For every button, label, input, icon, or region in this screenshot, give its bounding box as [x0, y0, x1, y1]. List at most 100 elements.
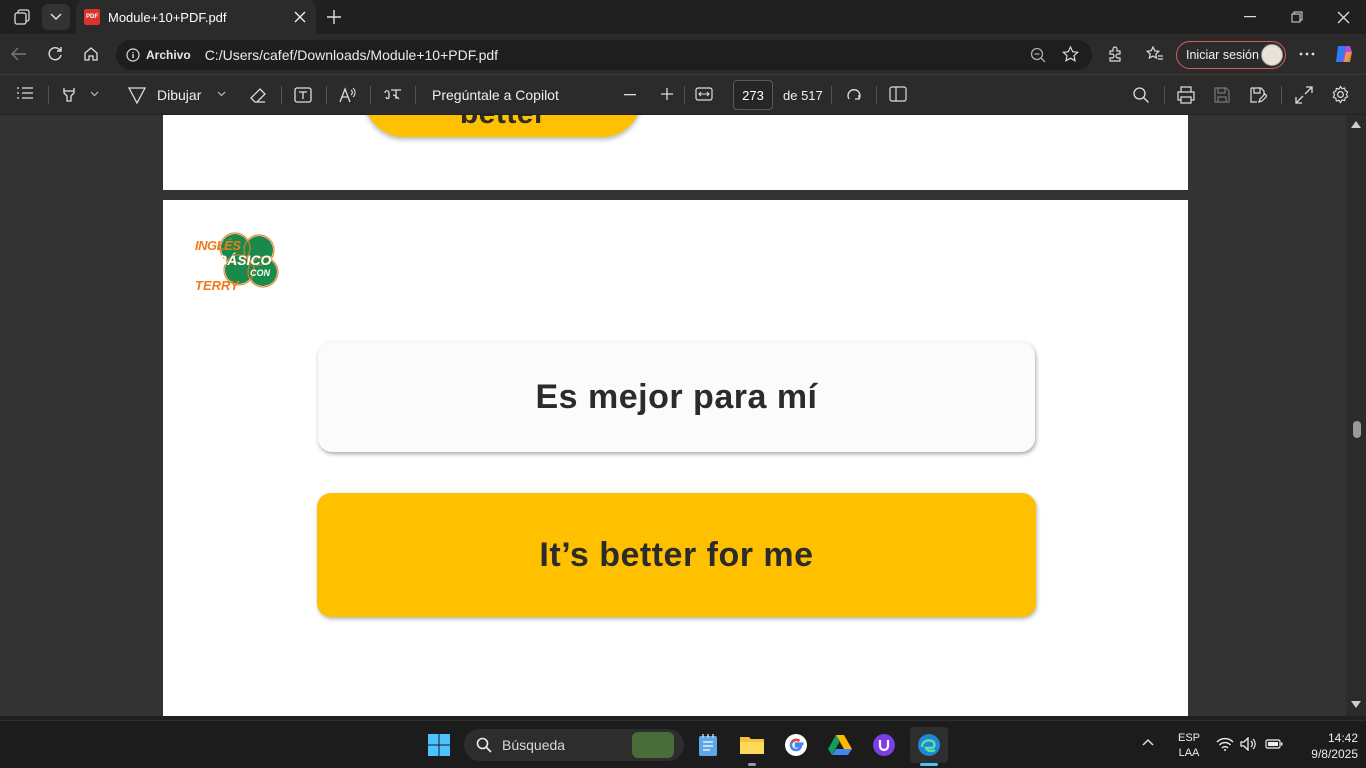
file-explorer-icon[interactable]: [736, 729, 768, 761]
minimize-icon[interactable]: [1238, 8, 1262, 26]
start-windows-icon[interactable]: [423, 729, 455, 761]
page-number-input[interactable]: 273: [733, 80, 773, 110]
draw-label[interactable]: Dibujar: [157, 87, 201, 103]
vertical-scrollbar[interactable]: [1346, 115, 1366, 716]
search-highlight-image: [632, 732, 674, 758]
volume-icon[interactable]: [1240, 737, 1258, 751]
title-bar: PDF Module+10+PDF.pdf: [0, 0, 1366, 34]
logo-line1: INGLÉS: [195, 238, 241, 253]
divider: [876, 86, 877, 104]
tab-title: Module+10+PDF.pdf: [108, 9, 227, 25]
refresh-icon[interactable]: [44, 43, 66, 65]
google-drive-icon[interactable]: [824, 729, 856, 761]
language-top: ESP: [1177, 732, 1200, 744]
rotate-icon[interactable]: [845, 86, 863, 104]
clock[interactable]: 14:42 9/8/2025: [1292, 730, 1358, 762]
search-icon: [476, 737, 492, 753]
logo-line2: BÁSICO: [217, 252, 272, 268]
tab-active[interactable]: PDF Module+10+PDF.pdf: [76, 0, 316, 34]
add-text-icon[interactable]: [294, 86, 312, 104]
new-tab-icon[interactable]: [322, 6, 346, 28]
clock-time: 14:42: [1327, 731, 1358, 745]
english-phrase-card: It’s better for me: [317, 493, 1036, 617]
close-tab-icon[interactable]: [294, 11, 306, 23]
find-icon[interactable]: [1132, 86, 1150, 104]
info-icon[interactable]: [126, 48, 140, 62]
extensions-icon[interactable]: [1104, 43, 1126, 65]
wifi-icon[interactable]: [1216, 737, 1234, 751]
pdf-page-previous: better: [163, 115, 1188, 190]
restore-icon[interactable]: [1285, 8, 1309, 26]
pdf-page-current: INGLÉS BÁSICO CON TERRY Es mejor para mí…: [163, 200, 1188, 716]
notepad-icon[interactable]: [692, 729, 724, 761]
search-placeholder: Búsqueda: [502, 737, 566, 753]
favorites-icon[interactable]: [1144, 43, 1166, 65]
save-as-icon[interactable]: [1249, 86, 1267, 104]
previous-card-text: better: [460, 115, 546, 131]
read-aloud-icon[interactable]: [339, 86, 357, 104]
table-of-contents-icon[interactable]: [16, 86, 34, 100]
more-menu-icon[interactable]: [1296, 43, 1318, 65]
ingles-basico-logo: INGLÉS BÁSICO CON TERRY: [195, 228, 287, 296]
close-window-icon[interactable]: [1331, 8, 1355, 26]
address-path: C:/Users/cafef/Downloads/Module+10+PDF.p…: [204, 47, 499, 63]
divider: [684, 86, 685, 104]
pdf-file-icon: PDF: [84, 9, 100, 25]
language-indicator[interactable]: ESP LAA: [1176, 731, 1202, 761]
fit-width-icon[interactable]: [695, 87, 713, 101]
fullscreen-icon[interactable]: [1295, 86, 1313, 104]
favorite-star-icon[interactable]: [1062, 46, 1079, 63]
highlight-chevron-icon[interactable]: [90, 91, 99, 97]
save-icon[interactable]: [1213, 86, 1231, 104]
divider: [48, 86, 49, 104]
signin-button[interactable]: Iniciar sesión: [1176, 41, 1286, 69]
divider: [415, 86, 416, 104]
pdf-viewer[interactable]: better INGLÉS BÁSICO CON TERRY: [0, 115, 1346, 716]
highlight-icon[interactable]: [60, 85, 78, 103]
google-icon[interactable]: [780, 729, 812, 761]
zoom-out-icon[interactable]: [1030, 47, 1046, 63]
copilot-icon[interactable]: [1332, 42, 1356, 66]
active-indicator: [920, 763, 938, 766]
divider: [281, 86, 282, 104]
logo-line3: CON: [250, 268, 270, 278]
scroll-up-arrow-icon[interactable]: [1351, 121, 1361, 128]
print-icon[interactable]: [1177, 86, 1195, 104]
translate-icon[interactable]: [383, 85, 403, 103]
workspaces-icon[interactable]: [10, 6, 34, 28]
scroll-thumb[interactable]: [1353, 421, 1361, 438]
home-icon[interactable]: [80, 43, 102, 65]
address-row: Archivo C:/Users/cafef/Downloads/Module+…: [0, 34, 1366, 74]
show-hidden-icons-chevron[interactable]: [1142, 738, 1154, 746]
address-bar[interactable]: Archivo C:/Users/cafef/Downloads/Module+…: [116, 40, 1092, 70]
divider: [1164, 86, 1165, 104]
zoom-out-icon[interactable]: [624, 94, 636, 96]
running-indicator: [748, 763, 756, 766]
back-icon[interactable]: [8, 43, 30, 65]
divider: [831, 86, 832, 104]
total-pages-label: de 517: [783, 88, 823, 103]
ask-copilot-button[interactable]: Pregúntale a Copilot: [432, 87, 559, 103]
english-phrase: It’s better for me: [539, 535, 814, 574]
zoom-in-icon[interactable]: [660, 87, 674, 101]
taskbar: Búsqueda ESP LAA 14:42 9/8/2025: [0, 720, 1366, 768]
app-u-icon[interactable]: [868, 729, 900, 761]
draw-icon[interactable]: [128, 86, 146, 104]
language-bottom: LAA: [1178, 747, 1200, 759]
page-view-icon[interactable]: [889, 86, 907, 102]
taskbar-search[interactable]: Búsqueda: [464, 729, 684, 761]
tab-actions-chevron-icon[interactable]: [42, 4, 70, 30]
pdf-toolbar: Dibujar Pregúntale a Copilot 273 de 517: [0, 74, 1366, 114]
spanish-phrase-card: Es mejor para mí: [318, 342, 1035, 452]
draw-chevron-icon[interactable]: [217, 91, 226, 97]
divider: [326, 86, 327, 104]
address-scheme-label: Archivo: [146, 48, 191, 62]
settings-gear-icon[interactable]: [1331, 85, 1350, 104]
edge-browser-icon[interactable]: [910, 727, 948, 763]
scroll-down-arrow-icon[interactable]: [1351, 701, 1361, 708]
logo-line4: TERRY: [195, 278, 239, 293]
clock-date: 9/8/2025: [1311, 747, 1358, 761]
battery-icon[interactable]: [1265, 739, 1283, 749]
previous-card: better: [364, 115, 642, 137]
eraser-icon[interactable]: [249, 86, 267, 104]
